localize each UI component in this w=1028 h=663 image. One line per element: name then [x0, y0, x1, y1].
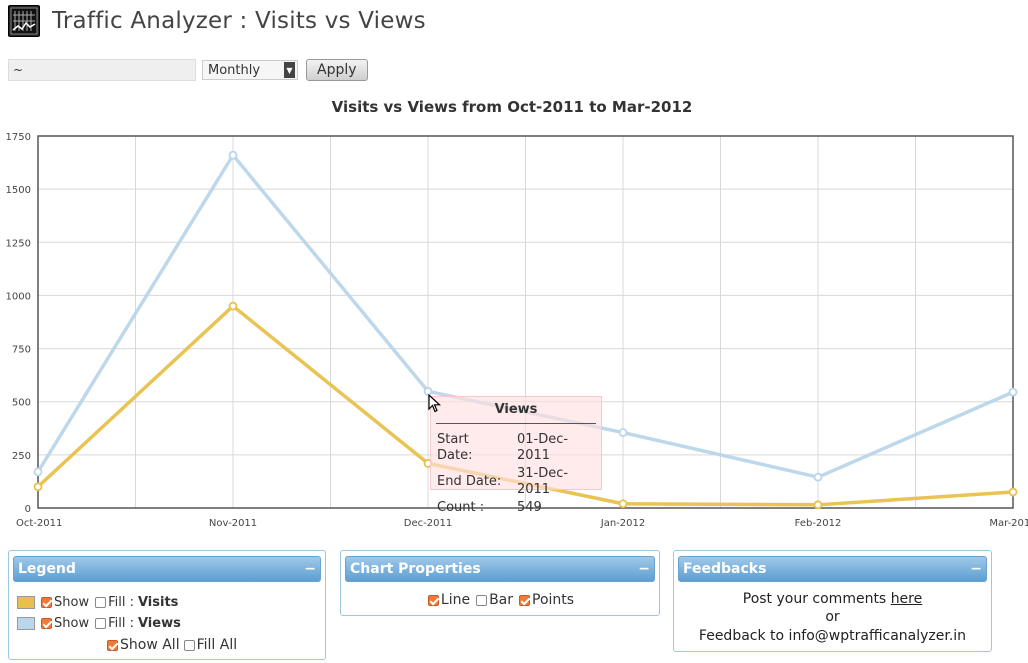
y-tick-label: 1000	[6, 291, 31, 302]
visits-color-swatch	[17, 596, 35, 609]
views-series-name: Views	[137, 616, 181, 631]
y-tick-label: 750	[12, 345, 31, 356]
app-header: Traffic Analyzer : Visits vs Views	[8, 4, 426, 38]
fill-visits-checkbox[interactable]	[95, 597, 107, 608]
feedback-panel-title: Feedbacks	[683, 561, 767, 577]
views-color-swatch	[17, 617, 35, 630]
page-title: Traffic Analyzer : Visits vs Views	[52, 8, 426, 34]
chart-properties-options: Line Bar Points	[341, 592, 659, 608]
show-visits-label: Show	[54, 595, 90, 610]
data-point-views	[813, 472, 823, 482]
collapse-icon[interactable]: −	[638, 557, 650, 581]
x-tick-label: Nov-2011	[209, 518, 257, 529]
x-tick-label: Mar-2012	[989, 518, 1028, 529]
show-views-label: Show	[54, 616, 90, 631]
y-tick-label: 0	[25, 504, 31, 515]
tooltip-end-label: End Date:	[437, 474, 502, 489]
feedback-post-line: Post your comments here	[674, 591, 991, 607]
chevron-down-icon: ▼	[284, 62, 295, 78]
fill-views-checkbox[interactable]	[95, 618, 107, 629]
tooltip-start-label: Start Date:	[437, 432, 473, 463]
data-point-views	[1008, 387, 1018, 397]
collapse-icon[interactable]: −	[304, 557, 316, 581]
points-checkbox[interactable]	[519, 594, 531, 606]
tooltip-title: Views	[436, 402, 596, 424]
legend-row-all: Show All Fill All	[105, 637, 237, 653]
date-range-input[interactable]	[8, 59, 196, 81]
legend-panel-header[interactable]: Legend −	[13, 556, 321, 582]
data-point-views	[618, 428, 628, 437]
data-point-views	[228, 150, 238, 160]
x-tick-label: Feb-2012	[795, 518, 842, 529]
line-label: Line	[440, 592, 471, 608]
y-tick-label: 1500	[6, 185, 31, 196]
show-visits-checkbox[interactable]	[41, 597, 52, 608]
feedback-panel: Feedbacks − Post your comments here or F…	[673, 550, 992, 652]
legend-row-visits: Show Fill : Visits	[17, 595, 178, 610]
fill-views-label: Fill :	[108, 616, 134, 631]
y-tick-label: 500	[12, 398, 31, 409]
feedback-post-text: Post your comments	[742, 591, 887, 607]
chart-title: Visits vs Views from Oct-2011 to Mar-201…	[331, 98, 693, 116]
bar-checkbox[interactable]	[476, 594, 488, 606]
tooltip-start-value: 01-Dec-2011	[516, 432, 569, 463]
line-checkbox[interactable]	[427, 594, 439, 606]
legend-panel-title: Legend	[18, 561, 76, 577]
show-views-checkbox[interactable]	[41, 618, 52, 629]
y-tick-label: 1250	[6, 238, 31, 249]
legend-row-views: Show Fill : Views	[17, 616, 181, 631]
feedback-here-link[interactable]: here	[891, 591, 923, 607]
apply-button[interactable]: Apply	[306, 59, 368, 81]
feedback-or-text: or	[825, 609, 840, 625]
period-select[interactable]: Monthly ▼	[202, 60, 298, 80]
x-tick-label: Dec-2011	[404, 518, 452, 529]
fill-all-label: Fill All	[196, 637, 238, 653]
tooltip-end-value: 31-Dec-2011	[516, 466, 569, 497]
bar-label: Bar	[489, 592, 514, 608]
chart-properties-panel: Chart Properties − Line Bar Points	[340, 550, 660, 616]
collapse-icon[interactable]: −	[970, 557, 982, 581]
mouse-cursor-icon	[428, 394, 442, 413]
show-all-checkbox[interactable]	[107, 639, 118, 651]
data-point-visits	[618, 499, 628, 509]
tooltip-count-label: Count :	[437, 500, 485, 515]
chart-properties-title: Chart Properties	[350, 561, 481, 577]
points-label: Points	[532, 592, 575, 608]
feedback-email-text: Feedback to info@wptrafficanalyzer.in	[698, 628, 967, 644]
visits-series-name: Visits	[137, 595, 179, 610]
data-point-visits	[228, 301, 238, 311]
legend-panel: Legend − Show Fill : Visits Show Fill : …	[8, 550, 326, 660]
tooltip-count-value: 549	[516, 500, 542, 515]
app-logo-icon	[8, 5, 40, 37]
chart-properties-header[interactable]: Chart Properties −	[345, 556, 655, 582]
fill-all-checkbox[interactable]	[183, 639, 195, 651]
x-tick-label: Oct-2011	[16, 518, 62, 529]
y-tick-label: 250	[12, 451, 31, 462]
filter-controls: Monthly ▼ Apply	[8, 59, 368, 81]
y-tick-label: 1750	[6, 132, 31, 143]
data-point-visits	[33, 482, 43, 492]
period-select-value: Monthly	[208, 62, 261, 78]
data-point-views	[33, 467, 43, 477]
data-point-visits	[813, 500, 823, 510]
data-point-visits	[1008, 487, 1018, 497]
fill-visits-label: Fill :	[108, 595, 134, 610]
chart-tooltip: Views Start Date: 01-Dec-2011 End Date: 31…	[430, 396, 602, 515]
x-tick-label: Jan-2012	[600, 518, 645, 529]
show-all-label: Show All	[120, 637, 180, 653]
feedback-panel-header[interactable]: Feedbacks −	[678, 556, 987, 582]
